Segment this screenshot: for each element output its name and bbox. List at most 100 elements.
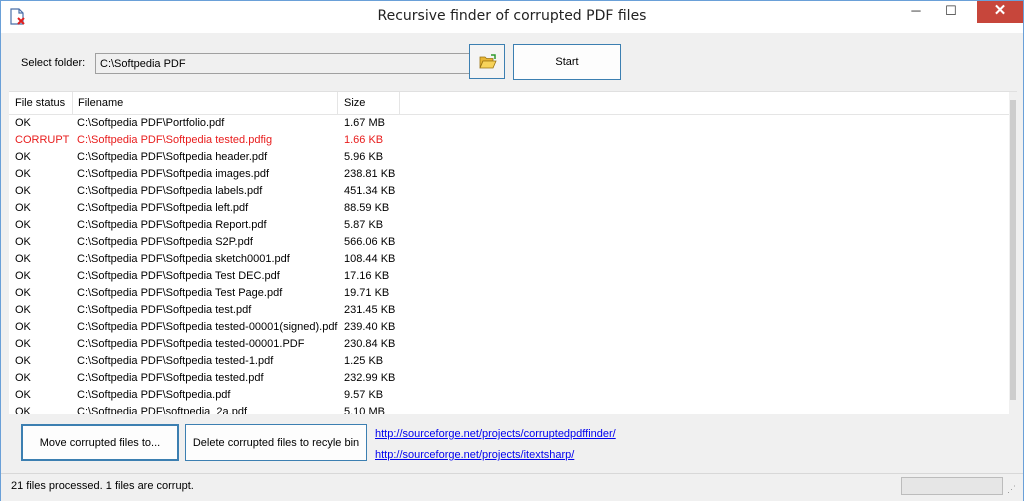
table-row[interactable]: OK C:\Softpedia PDF\Softpedia images.pdf 2… xyxy=(9,166,1009,183)
folder-open-icon xyxy=(479,54,497,69)
row-size: 1.67 MB xyxy=(344,117,385,129)
row-status: OK xyxy=(15,372,31,384)
row-filename: C:\Softpedia PDF\Softpedia tested-00001(… xyxy=(77,321,338,333)
row-status: CORRUPT xyxy=(15,134,70,146)
row-status: OK xyxy=(15,389,31,401)
row-size: 9.57 KB xyxy=(344,389,384,401)
delete-corrupted-button[interactable]: Delete corrupted files to recyle bin xyxy=(185,424,367,461)
row-size: 238.81 KB xyxy=(344,168,396,180)
minimize-icon: ─ xyxy=(911,3,921,18)
browse-folder-button[interactable] xyxy=(469,44,505,79)
table-row[interactable]: OK C:\Softpedia PDF\Softpedia left.pdf 88.… xyxy=(9,200,1009,217)
row-size: 5.10 MB xyxy=(344,406,385,414)
row-filename: C:\Softpedia PDF\Softpedia labels.pdf xyxy=(77,185,263,197)
row-filename: C:\Softpedia PDF\Softpedia tested-00001.… xyxy=(77,338,305,350)
column-divider[interactable] xyxy=(399,92,400,114)
row-size: 230.84 KB xyxy=(344,338,396,350)
row-size: 19.71 KB xyxy=(344,287,390,299)
list-rows: OK C:\Softpedia PDF\Portfolio.pdf 1.67 MB … xyxy=(9,115,1009,414)
table-row[interactable]: OK C:\Softpedia PDF\Softpedia S2P.pdf 566.… xyxy=(9,234,1009,251)
row-size: 566.06 KB xyxy=(344,236,396,248)
row-filename: C:\Softpedia PDF\Softpedia Test Page.pdf xyxy=(77,287,283,299)
row-filename: C:\Softpedia PDF\Softpedia sketch0001.pd… xyxy=(77,253,290,265)
row-status: OK xyxy=(15,219,31,231)
column-header-filename[interactable]: Filename xyxy=(78,97,123,109)
column-header-status[interactable]: File status xyxy=(15,97,65,109)
resize-grip-icon[interactable]: ⋰ xyxy=(1007,484,1019,496)
row-status: OK xyxy=(15,236,31,248)
close-icon: ✕ xyxy=(993,2,1007,19)
table-row[interactable]: OK C:\Softpedia PDF\Softpedia header.pdf 5… xyxy=(9,149,1009,166)
table-row[interactable]: OK C:\Softpedia PDF\softpedia_2a.pdf 5.10 … xyxy=(9,404,1009,414)
window-title: Recursive finder of corrupted PDF files xyxy=(377,8,647,24)
row-status: OK xyxy=(15,406,31,414)
row-filename: C:\Softpedia PDF\Portfolio.pdf xyxy=(77,117,225,129)
column-header-size[interactable]: Size xyxy=(344,97,365,109)
row-status: OK xyxy=(15,321,31,333)
row-filename: C:\Softpedia PDF\Softpedia tested.pdfig xyxy=(77,134,273,146)
vertical-scrollbar[interactable] xyxy=(1009,92,1017,414)
row-size: 451.34 KB xyxy=(344,185,396,197)
row-status: OK xyxy=(15,338,31,350)
row-filename: C:\Softpedia PDF\Softpedia test.pdf xyxy=(77,304,252,316)
row-filename: C:\Softpedia PDF\Softpedia images.pdf xyxy=(77,168,269,180)
file-list[interactable]: File status Filename Size OK C:\Softpedia… xyxy=(9,91,1017,414)
row-size: 88.59 KB xyxy=(344,202,390,214)
row-status: OK xyxy=(15,287,31,299)
row-filename: C:\Softpedia PDF\Softpedia header.pdf xyxy=(77,151,268,163)
minimize-button[interactable]: ─ xyxy=(901,1,931,23)
status-bar: 21 files processed. 1 files are corrupt.… xyxy=(1,473,1023,501)
row-status: OK xyxy=(15,185,31,197)
table-row[interactable]: OK C:\Softpedia PDF\Softpedia sketch0001.… xyxy=(9,251,1009,268)
table-row[interactable]: OK C:\Softpedia PDF\Softpedia tested-1.pd… xyxy=(9,353,1009,370)
list-header: File status Filename Size xyxy=(9,92,1009,115)
row-size: 108.44 KB xyxy=(344,253,396,265)
column-divider[interactable] xyxy=(337,92,338,114)
row-status: OK xyxy=(15,270,31,282)
row-filename: C:\Softpedia PDF\Softpedia left.pdf xyxy=(77,202,249,214)
table-row[interactable]: OK C:\Softpedia PDF\Softpedia tested-0000… xyxy=(9,336,1009,353)
table-row[interactable]: OK C:\Softpedia PDF\Softpedia tested-0000… xyxy=(9,319,1009,336)
row-status: OK xyxy=(15,151,31,163)
row-size: 5.87 KB xyxy=(344,219,384,231)
corruptedpdffinder-link[interactable]: http://sourceforge.net/projects/corrupte… xyxy=(375,428,616,440)
row-status: OK xyxy=(15,168,31,180)
row-size: 1.25 KB xyxy=(344,355,384,367)
table-row[interactable]: OK C:\Softpedia PDF\Softpedia tested.pdf 2… xyxy=(9,370,1009,387)
title-bar: Recursive finder of corrupted PDF files … xyxy=(1,1,1023,33)
row-size: 1.66 KB xyxy=(344,134,384,146)
table-row[interactable]: CORRUPT C:\Softpedia PDF\Softpedia tested… xyxy=(9,132,1009,149)
table-row[interactable]: OK C:\Softpedia PDF\Softpedia labels.pdf 4… xyxy=(9,183,1009,200)
table-row[interactable]: OK C:\Softpedia PDF\Softpedia Test DEC.pd… xyxy=(9,268,1009,285)
scrollbar-thumb[interactable] xyxy=(1010,100,1016,400)
table-row[interactable]: OK C:\Softpedia PDF\Portfolio.pdf 1.67 MB xyxy=(9,115,1009,132)
table-row[interactable]: OK C:\Softpedia PDF\Softpedia Report.pdf 5… xyxy=(9,217,1009,234)
column-divider[interactable] xyxy=(72,92,73,114)
row-filename: C:\Softpedia PDF\Softpedia tested-1.pdf xyxy=(77,355,274,367)
maximize-icon: ☐ xyxy=(945,3,957,18)
status-text: 21 files processed. 1 files are corrupt. xyxy=(11,480,194,492)
row-status: OK xyxy=(15,202,31,214)
row-size: 17.16 KB xyxy=(344,270,390,282)
start-button[interactable]: Start xyxy=(513,44,621,80)
row-size: 239.40 KB xyxy=(344,321,396,333)
maximize-button[interactable]: ☐ xyxy=(936,1,966,23)
progress-bar xyxy=(901,477,1003,495)
row-size: 5.96 KB xyxy=(344,151,384,163)
close-button[interactable]: ✕ xyxy=(977,1,1023,23)
table-row[interactable]: OK C:\Softpedia PDF\Softpedia.pdf 9.57 KB xyxy=(9,387,1009,404)
app-window: Recursive finder of corrupted PDF files … xyxy=(0,0,1024,501)
move-corrupted-button[interactable]: Move corrupted files to... xyxy=(21,424,179,461)
row-status: OK xyxy=(15,253,31,265)
table-row[interactable]: OK C:\Softpedia PDF\Softpedia Test Page.p… xyxy=(9,285,1009,302)
row-filename: C:\Softpedia PDF\Softpedia S2P.pdf xyxy=(77,236,253,248)
row-filename: C:\Softpedia PDF\softpedia_2a.pdf xyxy=(77,406,247,414)
table-row[interactable]: OK C:\Softpedia PDF\Softpedia test.pdf 231… xyxy=(9,302,1009,319)
folder-path-input[interactable] xyxy=(95,53,470,74)
row-filename: C:\Softpedia PDF\Softpedia tested.pdf xyxy=(77,372,264,384)
itextsharp-link[interactable]: http://sourceforge.net/projects/itextsha… xyxy=(375,449,574,461)
row-size: 231.45 KB xyxy=(344,304,396,316)
row-filename: C:\Softpedia PDF\Softpedia.pdf xyxy=(77,389,231,401)
row-filename: C:\Softpedia PDF\Softpedia Test DEC.pdf xyxy=(77,270,280,282)
row-filename: C:\Softpedia PDF\Softpedia Report.pdf xyxy=(77,219,267,231)
